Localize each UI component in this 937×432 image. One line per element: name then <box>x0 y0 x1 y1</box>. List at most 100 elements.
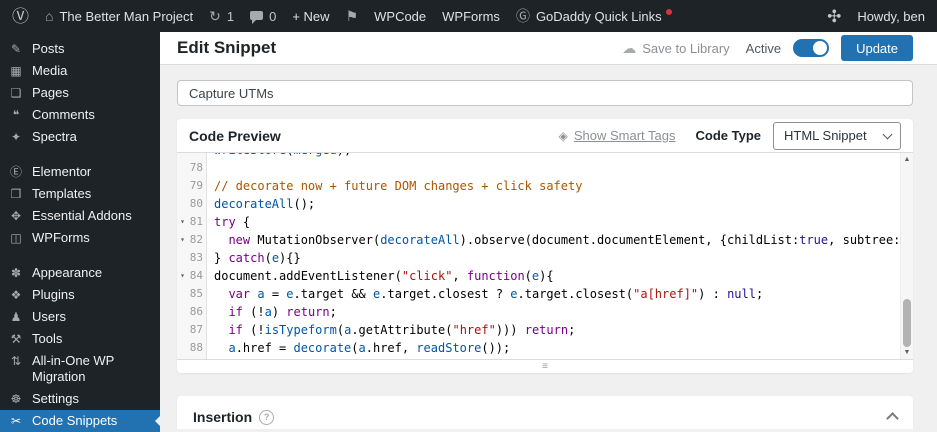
line-number: 81 <box>189 215 203 228</box>
new-content-label: + New <box>292 8 330 24</box>
users-icon: ♟ <box>10 310 22 324</box>
scroll-up-icon[interactable]: ▲ <box>901 153 913 166</box>
code-type-label: Code Type <box>695 128 762 143</box>
wpcode-menu[interactable]: WPCode <box>374 9 426 24</box>
sidebar-item-comments[interactable]: ❝ Comments <box>0 104 160 126</box>
sidebar-separator <box>0 148 160 161</box>
code-type-value: HTML Snippet <box>784 128 867 143</box>
update-button[interactable]: Update <box>841 35 913 61</box>
sidebar-item-label: Templates <box>32 186 92 201</box>
code-line[interactable]: 87 if (!isTypeform(a.getAttribute("href"… <box>177 321 900 339</box>
line-number: 79 <box>189 179 203 192</box>
home-icon: ⌂ <box>45 8 54 24</box>
sidebar-item-label: Pages <box>32 85 69 100</box>
sidebar-item-wpforms[interactable]: ◫ WPForms <box>0 227 160 249</box>
code-type-select[interactable]: HTML Snippet <box>773 121 901 150</box>
code-line[interactable]: 89}); <box>177 357 900 359</box>
admin-bar: Ⓥ ⌂ The Better Man Project ↻ 1 0 + New ⚑… <box>0 0 937 32</box>
fold-arrow-icon[interactable]: ▾ <box>177 231 188 249</box>
fold-arrow-icon[interactable]: ▾ <box>177 267 188 285</box>
help-icon[interactable]: ? <box>259 409 275 425</box>
sidebar-item-label: Appearance <box>32 265 103 280</box>
code-line[interactable]: 85 var a = e.target && e.target.closest … <box>177 285 900 303</box>
line-gutter: 79 <box>177 177 207 195</box>
sidebar-item-label: Elementor <box>32 164 92 179</box>
templates-icon: ❒ <box>10 187 22 201</box>
insertion-card: Insertion ? <box>177 396 913 429</box>
sidebar-item-label: Spectra <box>32 129 77 144</box>
media-icon: ▦ <box>10 64 22 78</box>
main-content: Edit Snippet ☁ Save to Library Active Up… <box>160 32 937 429</box>
active-toggle[interactable] <box>793 39 830 57</box>
line-number: 85 <box>189 287 203 300</box>
sidebar-item-tools[interactable]: ⚒ Tools <box>0 328 160 350</box>
sidebar-item-users[interactable]: ♟ Users <box>0 306 160 328</box>
sidebar-item-label: Media <box>32 63 68 78</box>
wpforms-menu[interactable]: WPForms <box>442 9 500 24</box>
fold-arrow-icon[interactable]: ▾ <box>177 213 188 231</box>
sidebar-item-plugins[interactable]: ❖ Plugins <box>0 284 160 306</box>
sidebar-item-appearance[interactable]: ✽ Appearance <box>0 262 160 284</box>
sparkle-icon: ✣ <box>827 6 842 26</box>
comments-menu[interactable]: 0 <box>250 9 276 24</box>
wordpress-logo-menu[interactable]: Ⓥ <box>12 8 29 25</box>
sidebar-item-label: Tools <box>32 331 63 346</box>
line-number: 84 <box>189 269 203 282</box>
code-line[interactable]: 86 if (!a) return; <box>177 303 900 321</box>
sidebar-item-media[interactable]: ▦ Media <box>0 60 160 82</box>
sidebar-item-label: Users <box>32 309 66 324</box>
code-line[interactable]: ▾ 84 document.addEventListener("click", fu… <box>177 267 900 285</box>
migration-icon: ⇅ <box>10 354 22 368</box>
code-snippets-icon: ✂ <box>10 414 22 428</box>
comments-icon: ❝ <box>12 108 20 122</box>
scroll-down-icon[interactable]: ▼ <box>901 346 913 359</box>
account-menu[interactable]: Howdy, ben <box>857 9 925 24</box>
notification-dot <box>665 9 672 15</box>
active-label: Active <box>745 40 782 56</box>
site-name-menu[interactable]: ⌂ The Better Man Project <box>45 9 193 24</box>
line-gutter: 87 <box>177 321 207 339</box>
sidebar-item-spectra[interactable]: ✦ Spectra <box>0 126 160 148</box>
flag-icon: ⚑ <box>345 8 359 24</box>
editor-vscrollbar[interactable]: ▲ ▼ <box>900 153 913 359</box>
scrollbar-thumb[interactable] <box>903 299 911 347</box>
show-smart-tags-button[interactable]: ◈ Show Smart Tags <box>559 128 676 143</box>
godaddy-menu[interactable]: Ⓖ GoDaddy Quick Links <box>516 9 672 24</box>
godaddy-label: GoDaddy Quick Links <box>535 8 662 24</box>
save-to-library-button[interactable]: ☁ Save to Library <box>622 40 729 57</box>
code-preview-header: Code Preview ◈ Show Smart Tags Code Type… <box>177 119 913 152</box>
code-editor[interactable]: 77writeStore(merged);7879// decorate now… <box>177 152 913 360</box>
save-to-library-label: Save to Library <box>642 40 730 56</box>
show-smart-tags-label: Show Smart Tags <box>573 128 676 143</box>
code-line[interactable]: 78 <box>177 159 900 177</box>
editor-resize-handle[interactable]: ≡ <box>177 360 913 373</box>
sidebar-item-label: Settings <box>32 391 79 406</box>
code-line[interactable]: 80 decorateAll(); <box>177 195 900 213</box>
code-line[interactable]: 88 a.href = decorate(a.href, readStore()… <box>177 339 900 357</box>
line-gutter: 89 <box>177 357 207 359</box>
snippet-title-input[interactable] <box>177 80 913 106</box>
wordpress-icon: Ⓥ <box>12 6 29 26</box>
collapse-section-icon[interactable] <box>886 412 899 425</box>
line-number: 88 <box>189 341 203 354</box>
updates-menu[interactable]: ↻ 1 <box>209 9 234 24</box>
sidebar-item-posts[interactable]: ✎ Posts <box>0 38 160 60</box>
sidebar-item-settings[interactable]: ☸ Settings <box>0 388 160 410</box>
quick-actions-menu[interactable]: ✣ <box>827 8 841 25</box>
code-line[interactable]: 79// decorate now + future DOM changes +… <box>177 177 900 195</box>
code-line[interactable]: ▾ 81 try { <box>177 213 900 231</box>
sidebar-item-essential-addons[interactable]: ✥ Essential Addons <box>0 205 160 227</box>
site-name: The Better Man Project <box>59 8 194 24</box>
sidebar-item-all-in-one-wp-migration[interactable]: ⇅ All-in-One WP Migration <box>0 350 160 388</box>
updates-count: 1 <box>226 8 235 24</box>
sidebar-item-templates[interactable]: ❒ Templates <box>0 183 160 205</box>
wpforms-label: WPForms <box>442 8 500 24</box>
line-gutter: 78 <box>177 159 207 177</box>
code-line[interactable]: ▾ 82 new MutationObserver(decorateAll).ob… <box>177 231 900 249</box>
sidebar-item-elementor[interactable]: Ⓔ Elementor <box>0 161 160 183</box>
new-content-menu[interactable]: + New <box>292 9 329 24</box>
code-line[interactable]: 83} catch(e){} <box>177 249 900 267</box>
plugin-flag-menu[interactable]: ⚑ <box>346 9 359 23</box>
sidebar-item-pages[interactable]: ❏ Pages <box>0 82 160 104</box>
plugins-icon: ❖ <box>10 288 22 302</box>
